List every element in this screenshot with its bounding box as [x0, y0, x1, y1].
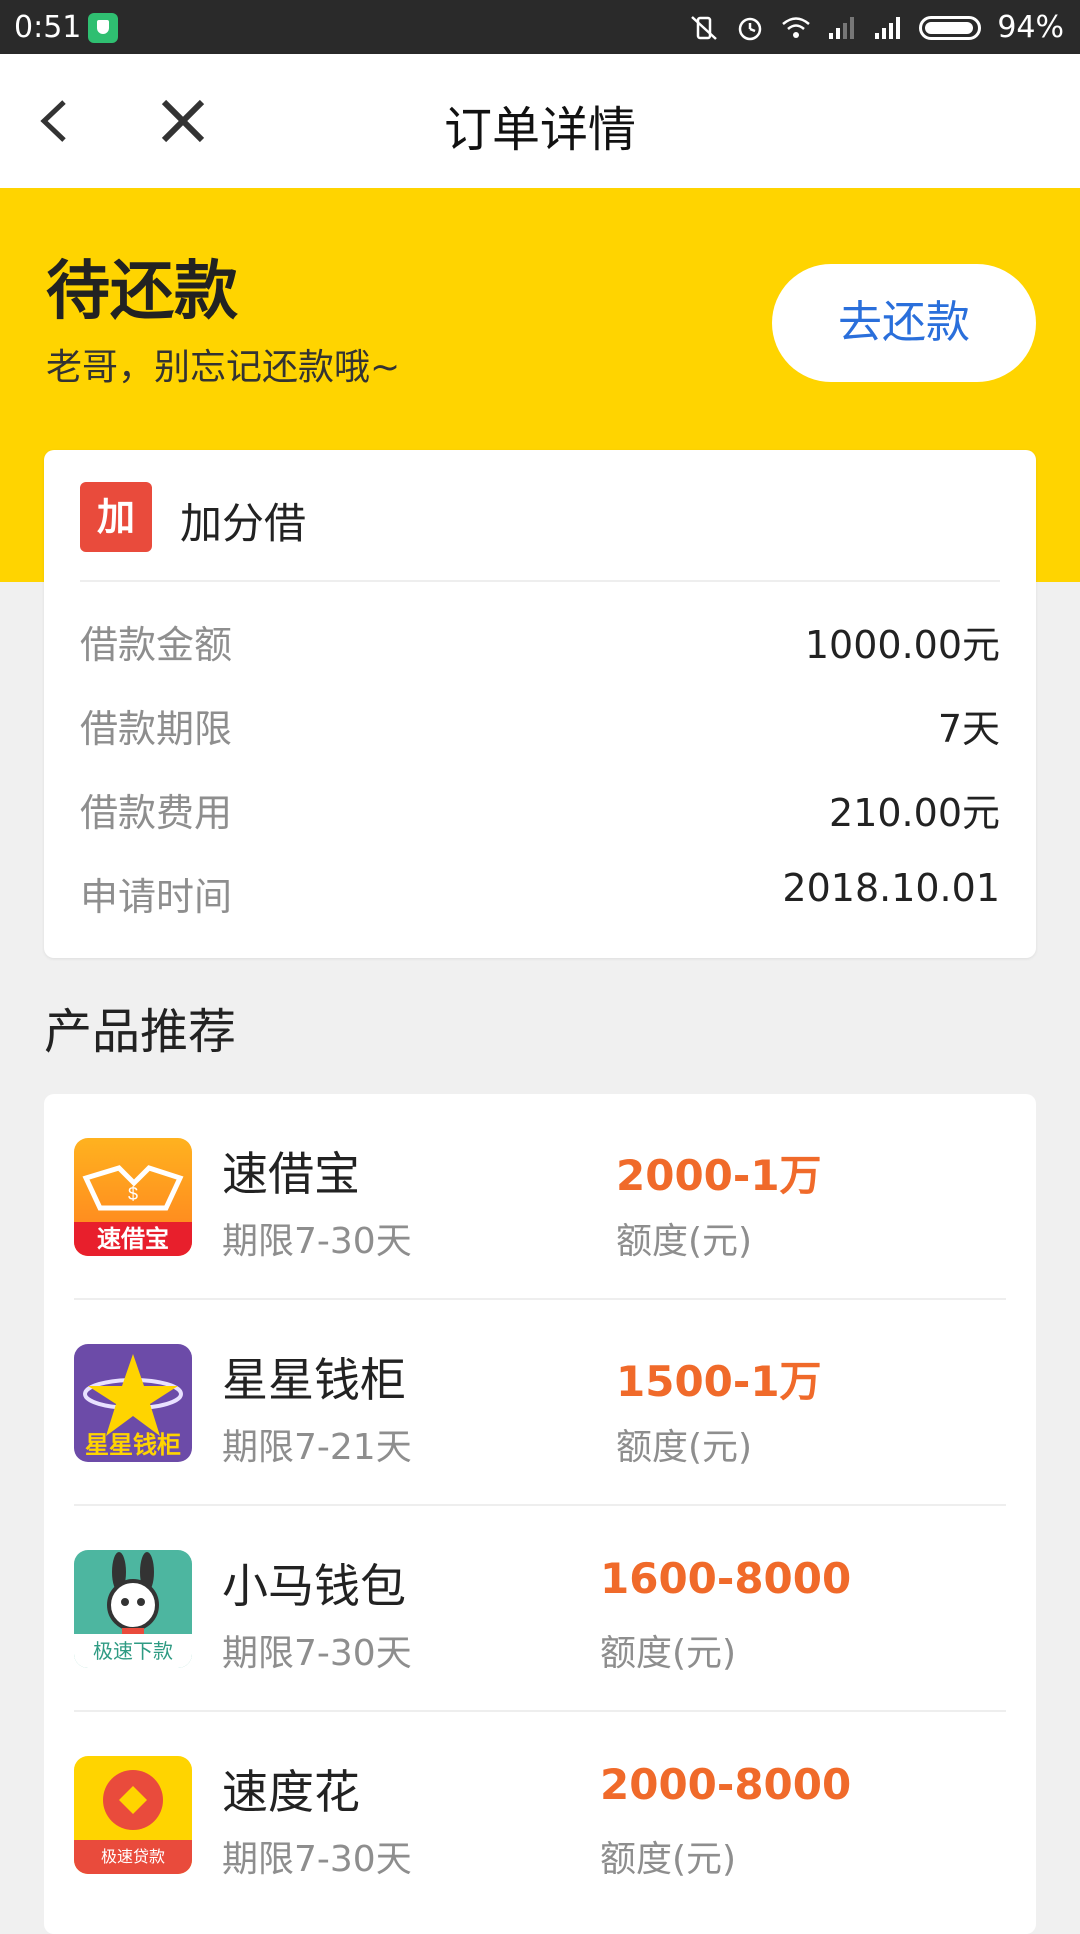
- product-amount: 2000-1万: [616, 1151, 822, 1200]
- product-item[interactable]: $ 速借宝 速借宝 期限7-30天 2000-1万 额度(元): [44, 1094, 1036, 1300]
- logo-text: 极速贷款: [74, 1840, 192, 1874]
- product-name: 速借宝: [222, 1147, 360, 1201]
- top-nav-bar: 订单详情: [0, 54, 1080, 188]
- product-name: 小马钱包: [222, 1559, 406, 1613]
- logo-text: 极速下款: [74, 1634, 192, 1668]
- status-time: 0:51: [14, 10, 82, 45]
- order-detail-card: 加 加分借 借款金额 1000.00元 借款期限 7天 借款费用 210.00元…: [44, 450, 1036, 958]
- lender-logo: 加: [80, 482, 152, 552]
- detail-value: 210.00元: [829, 791, 1000, 835]
- product-term: 期限7-30天: [222, 1633, 412, 1674]
- product-logo: 星星钱柜: [74, 1344, 192, 1462]
- product-amount: 1600-8000: [600, 1554, 852, 1603]
- product-amount-label: 额度(元): [600, 1633, 737, 1674]
- product-logo: $ 速借宝: [74, 1138, 192, 1256]
- product-item[interactable]: 极速下款 小马钱包 期限7-30天 1600-8000 额度(元): [44, 1506, 1036, 1712]
- product-item[interactable]: 星星钱柜 星星钱柜 期限7-21天 1500-1万 额度(元): [44, 1300, 1036, 1506]
- product-name: 速度花: [222, 1765, 360, 1819]
- status-bar: 0:51 94%: [0, 0, 1080, 54]
- product-logo: 极速下款: [74, 1550, 192, 1668]
- hd-signal-icon: [875, 16, 901, 39]
- order-status: 待还款: [46, 255, 238, 329]
- detail-label: 借款金额: [80, 623, 233, 667]
- order-status-subtitle: 老哥，别忘记还款哦~: [46, 347, 401, 388]
- detail-row-amount: 借款金额 1000.00元: [80, 608, 1000, 668]
- mute-vibrate-icon: [691, 15, 718, 40]
- battery-percent: 94%: [997, 10, 1064, 45]
- battery-icon: [919, 15, 982, 40]
- product-name: 星星钱柜: [222, 1353, 406, 1407]
- signal-icon: [829, 16, 855, 39]
- product-item[interactable]: 极速贷款 速度花 期限7-30天 2000-8000 额度(元): [44, 1712, 1036, 1918]
- security-shield-icon: [88, 13, 118, 43]
- svg-text:$: $: [128, 1184, 138, 1204]
- divider: [80, 580, 1000, 582]
- logo-text: 速借宝: [74, 1222, 192, 1256]
- detail-label: 申请时间: [80, 875, 233, 919]
- alarm-icon: [739, 17, 762, 40]
- product-amount-label: 额度(元): [616, 1427, 753, 1468]
- product-term: 期限7-21天: [222, 1427, 412, 1468]
- product-amount-label: 额度(元): [616, 1221, 753, 1262]
- detail-row-fee: 借款费用 210.00元: [80, 776, 1000, 836]
- recommend-section-title: 产品推荐: [44, 1004, 237, 1060]
- status-icons: 94%: [689, 10, 1064, 45]
- detail-label: 借款费用: [80, 791, 233, 835]
- product-term: 期限7-30天: [222, 1221, 412, 1262]
- lender-name: 加分借: [180, 499, 307, 548]
- detail-value: 7天: [937, 707, 1000, 751]
- product-term: 期限7-30天: [222, 1839, 412, 1880]
- wifi-icon: [782, 16, 811, 38]
- detail-label: 借款期限: [80, 707, 233, 751]
- product-amount: 1500-1万: [616, 1357, 822, 1406]
- repay-button[interactable]: 去还款: [772, 264, 1036, 382]
- product-amount-label: 额度(元): [600, 1839, 737, 1880]
- detail-row-term: 借款期限 7天: [80, 692, 1000, 752]
- detail-value: 1000.00元: [804, 623, 1000, 667]
- detail-row-apply-time: 申请时间 2018.10.01: [80, 860, 1000, 920]
- product-logo: 极速贷款: [74, 1756, 192, 1874]
- logo-text: 星星钱柜: [85, 1431, 181, 1459]
- page-title: 订单详情: [443, 102, 636, 158]
- product-list: $ 速借宝 速借宝 期限7-30天 2000-1万 额度(元) 星星钱柜 星星钱…: [44, 1094, 1036, 1934]
- detail-value: 2018.10.01: [782, 866, 1000, 910]
- product-amount: 2000-8000: [600, 1760, 852, 1809]
